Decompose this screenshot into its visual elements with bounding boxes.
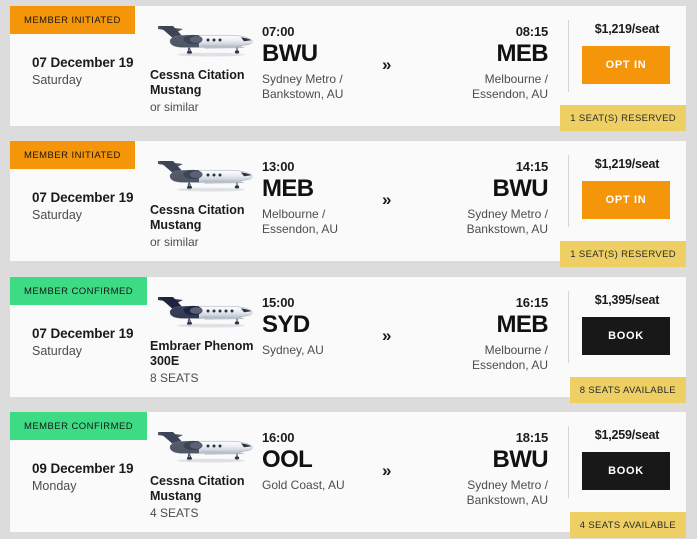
arrival-time: 08:15 xyxy=(515,24,548,39)
arrival-time: 16:15 xyxy=(515,295,548,310)
aircraft-image xyxy=(150,289,260,337)
aircraft-name: Cessna Citation Mustang xyxy=(150,203,245,232)
arrival-airport-name: Melbourne / Essendon, AU xyxy=(471,343,548,372)
route-arrow-icon: » xyxy=(382,55,392,74)
departure-time: 16:00 xyxy=(262,430,295,445)
arrival-airport-code: MEB xyxy=(496,40,548,67)
aircraft-silhouette-icon xyxy=(158,161,253,192)
date-value: 09 December 19 xyxy=(32,461,134,476)
aircraft-info: Cessna Citation Mustang 4 SEATS xyxy=(150,424,260,521)
flight-date: 07 December 19 Saturday xyxy=(32,325,152,360)
departure-time: 07:00 xyxy=(262,24,295,39)
aircraft-subtitle: or similar xyxy=(150,100,199,114)
departure-airport-code: BWU xyxy=(262,40,318,67)
aircraft-silhouette-icon xyxy=(158,297,253,328)
departure-airport-code: SYD xyxy=(262,311,310,338)
arrival-time: 18:15 xyxy=(515,430,548,445)
departure-airport-name: Sydney Metro / Bankstown, AU xyxy=(262,72,344,101)
price-per-seat: $1,395/seat xyxy=(594,293,660,307)
status-badge: MEMBER INITIATED xyxy=(10,6,135,34)
seat-availability-tag: 4 SEATS AVAILABLE xyxy=(569,512,686,538)
arrival-airport-code: BWU xyxy=(492,175,548,202)
route-arrow-icon: » xyxy=(382,326,392,345)
arrival-airport-code: MEB xyxy=(496,311,548,338)
status-badge: MEMBER CONFIRMED xyxy=(10,412,148,440)
arrival-segment: 08:15 MEB Melbourne / Essendon, AU xyxy=(430,24,549,102)
departure-airport-code: MEB xyxy=(262,175,314,202)
flight-list: MEMBER INITIATED 07 December 19 Saturday xyxy=(0,0,697,539)
arrival-airport-name: Sydney Metro / Bankstown, AU xyxy=(466,207,548,236)
date-value: 07 December 19 xyxy=(32,190,134,205)
weekday-value: Saturday xyxy=(32,208,83,222)
flight-date: 09 December 19 Monday xyxy=(32,460,152,495)
aircraft-image xyxy=(150,18,260,66)
departure-segment: 07:00 BWU Sydney Metro / Bankstown, AU xyxy=(262,24,380,102)
departure-airport-code: OOL xyxy=(262,446,313,473)
section-divider xyxy=(568,20,569,92)
status-badge: MEMBER INITIATED xyxy=(10,141,135,169)
flight-date: 07 December 19 Saturday xyxy=(32,189,152,224)
flight-date: 07 December 19 Saturday xyxy=(32,54,152,89)
aircraft-name: Cessna Citation Mustang xyxy=(150,68,245,97)
arrival-segment: 14:15 BWU Sydney Metro / Bankstown, AU xyxy=(430,159,549,237)
book-button[interactable]: BOOK xyxy=(582,452,670,490)
book-button[interactable]: BOOK xyxy=(582,317,670,355)
departure-airport-name: Melbourne / Essendon, AU xyxy=(262,207,339,236)
departure-segment: 13:00 MEB Melbourne / Essendon, AU xyxy=(262,159,380,237)
price-and-action: $1,395/seat BOOK xyxy=(582,293,672,355)
aircraft-info: Embraer Phenom 300E 8 SEATS xyxy=(150,289,260,386)
seat-availability-tag: 8 SEATS AVAILABLE xyxy=(569,377,686,403)
section-divider xyxy=(568,155,569,227)
section-divider xyxy=(568,426,569,498)
price-per-seat: $1,259/seat xyxy=(594,428,660,442)
departure-airport-name: Sydney, AU xyxy=(262,343,324,357)
weekday-value: Monday xyxy=(32,479,77,493)
aircraft-image xyxy=(150,153,260,201)
departure-time: 15:00 xyxy=(262,295,295,310)
aircraft-info: Cessna Citation Mustang or similar xyxy=(150,18,260,115)
departure-segment: 15:00 SYD Sydney, AU xyxy=(262,295,380,358)
aircraft-subtitle: or similar xyxy=(150,235,199,249)
arrival-airport-code: BWU xyxy=(492,446,548,473)
date-value: 07 December 19 xyxy=(32,55,134,70)
arrival-airport-name: Melbourne / Essendon, AU xyxy=(471,72,548,101)
departure-segment: 16:00 OOL Gold Coast, AU xyxy=(262,430,380,493)
aircraft-info: Cessna Citation Mustang or similar xyxy=(150,153,260,250)
date-value: 07 December 19 xyxy=(32,326,134,341)
seat-availability-tag: 1 SEAT(S) RESERVED xyxy=(560,241,686,267)
price-and-action: $1,259/seat BOOK xyxy=(582,428,672,490)
aircraft-subtitle: 8 SEATS xyxy=(150,371,199,385)
route-arrow-icon: » xyxy=(382,461,392,480)
status-badge: MEMBER CONFIRMED xyxy=(10,277,148,305)
aircraft-subtitle: 4 SEATS xyxy=(150,506,199,520)
aircraft-name: Cessna Citation Mustang xyxy=(150,474,245,503)
departure-airport-name: Gold Coast, AU xyxy=(262,478,345,492)
arrival-time: 14:15 xyxy=(515,159,548,174)
opt-in-button[interactable]: OPT IN xyxy=(582,46,670,84)
price-per-seat: $1,219/seat xyxy=(594,157,660,171)
seat-availability-tag: 1 SEAT(S) RESERVED xyxy=(560,105,686,131)
weekday-value: Saturday xyxy=(32,344,83,358)
arrival-airport-name: Sydney Metro / Bankstown, AU xyxy=(466,478,548,507)
aircraft-name: Embraer Phenom 300E xyxy=(150,339,254,368)
section-divider xyxy=(568,291,569,363)
price-and-action: $1,219/seat OPT IN xyxy=(582,157,672,219)
weekday-value: Saturday xyxy=(32,73,83,87)
aircraft-silhouette-icon xyxy=(158,432,253,463)
arrival-segment: 18:15 BWU Sydney Metro / Bankstown, AU xyxy=(430,430,549,508)
departure-time: 13:00 xyxy=(262,159,295,174)
arrival-segment: 16:15 MEB Melbourne / Essendon, AU xyxy=(430,295,549,373)
aircraft-image xyxy=(150,424,260,472)
price-and-action: $1,219/seat OPT IN xyxy=(582,22,672,84)
aircraft-silhouette-icon xyxy=(158,26,253,57)
opt-in-button[interactable]: OPT IN xyxy=(582,181,670,219)
price-per-seat: $1,219/seat xyxy=(594,22,660,36)
route-arrow-icon: » xyxy=(382,190,392,209)
